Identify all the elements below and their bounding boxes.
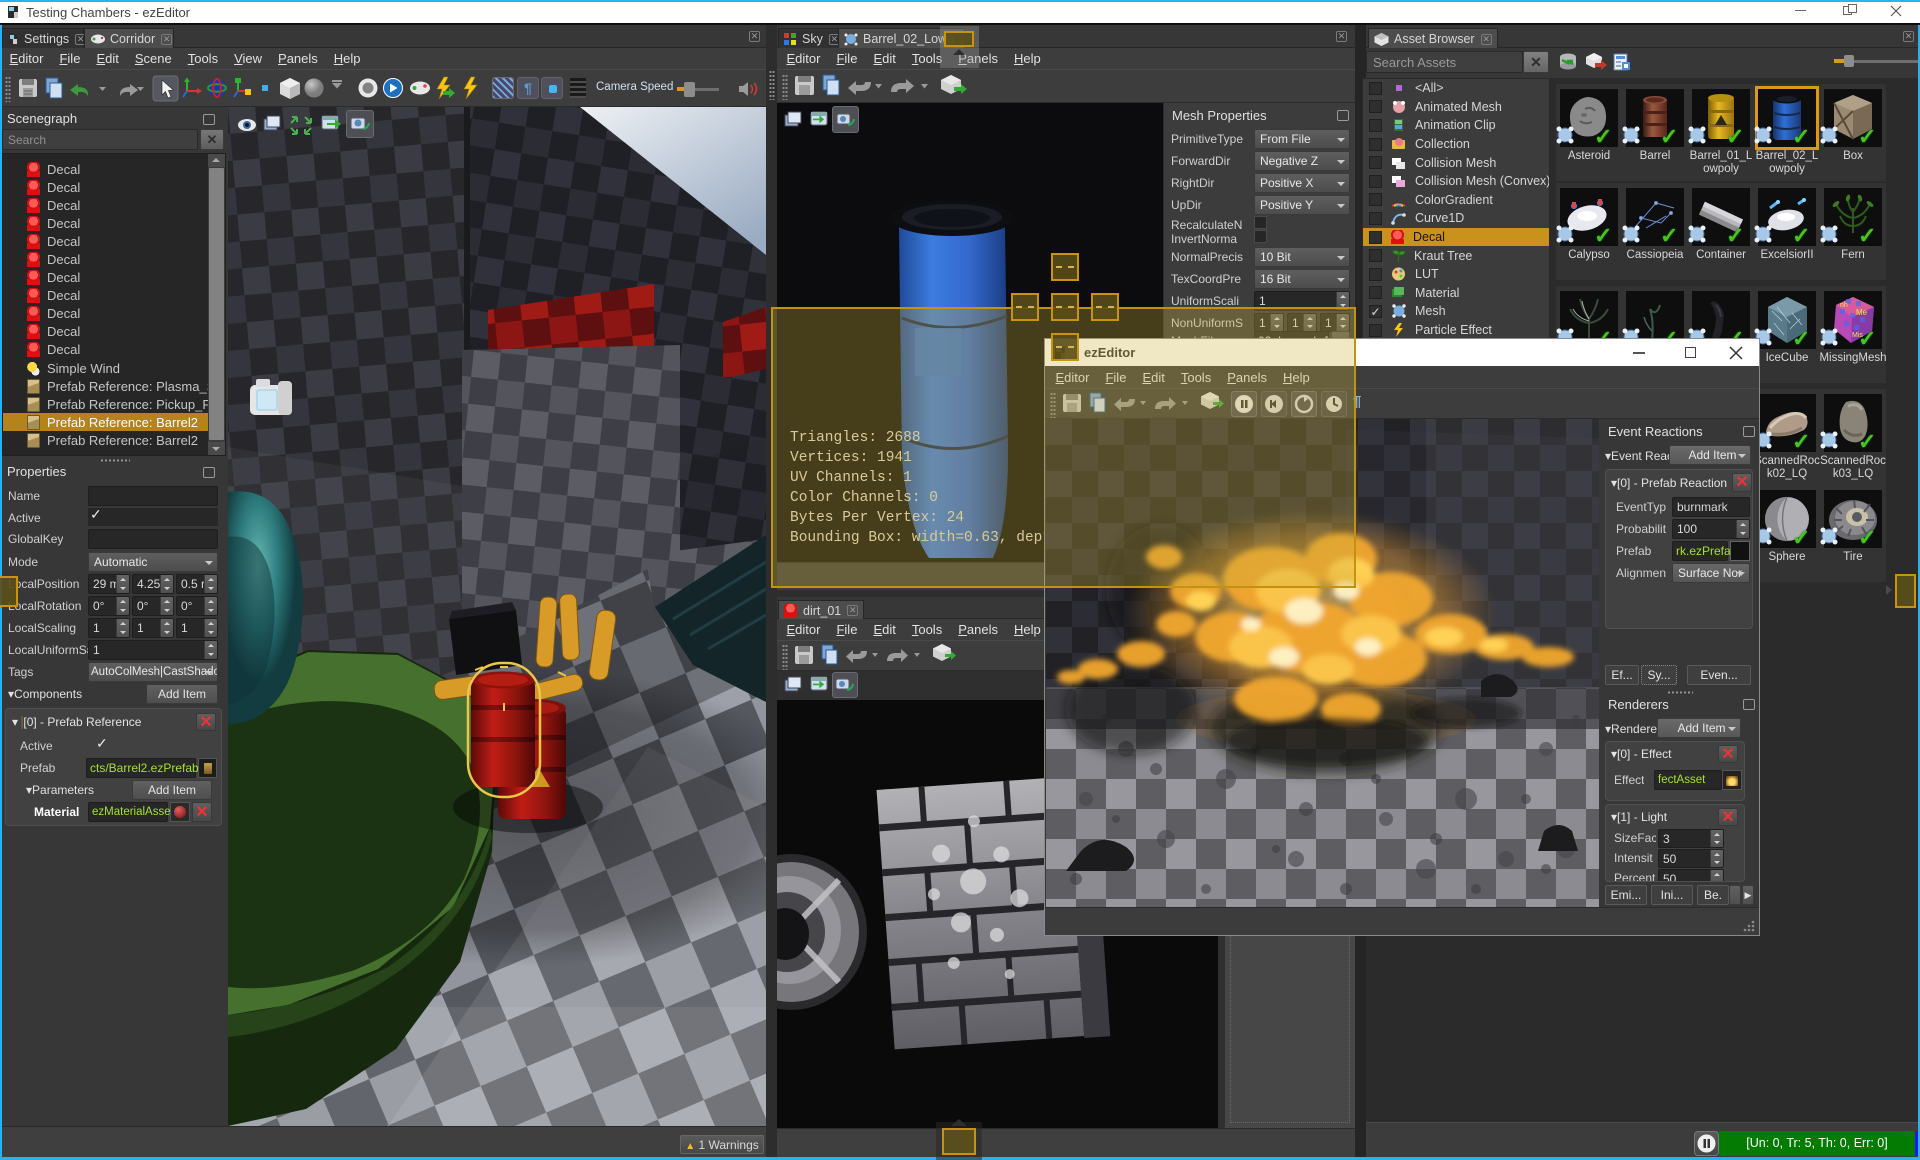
svg-text:Me: Me bbox=[1856, 308, 1868, 317]
svg-text:nh: nh bbox=[1840, 302, 1848, 309]
